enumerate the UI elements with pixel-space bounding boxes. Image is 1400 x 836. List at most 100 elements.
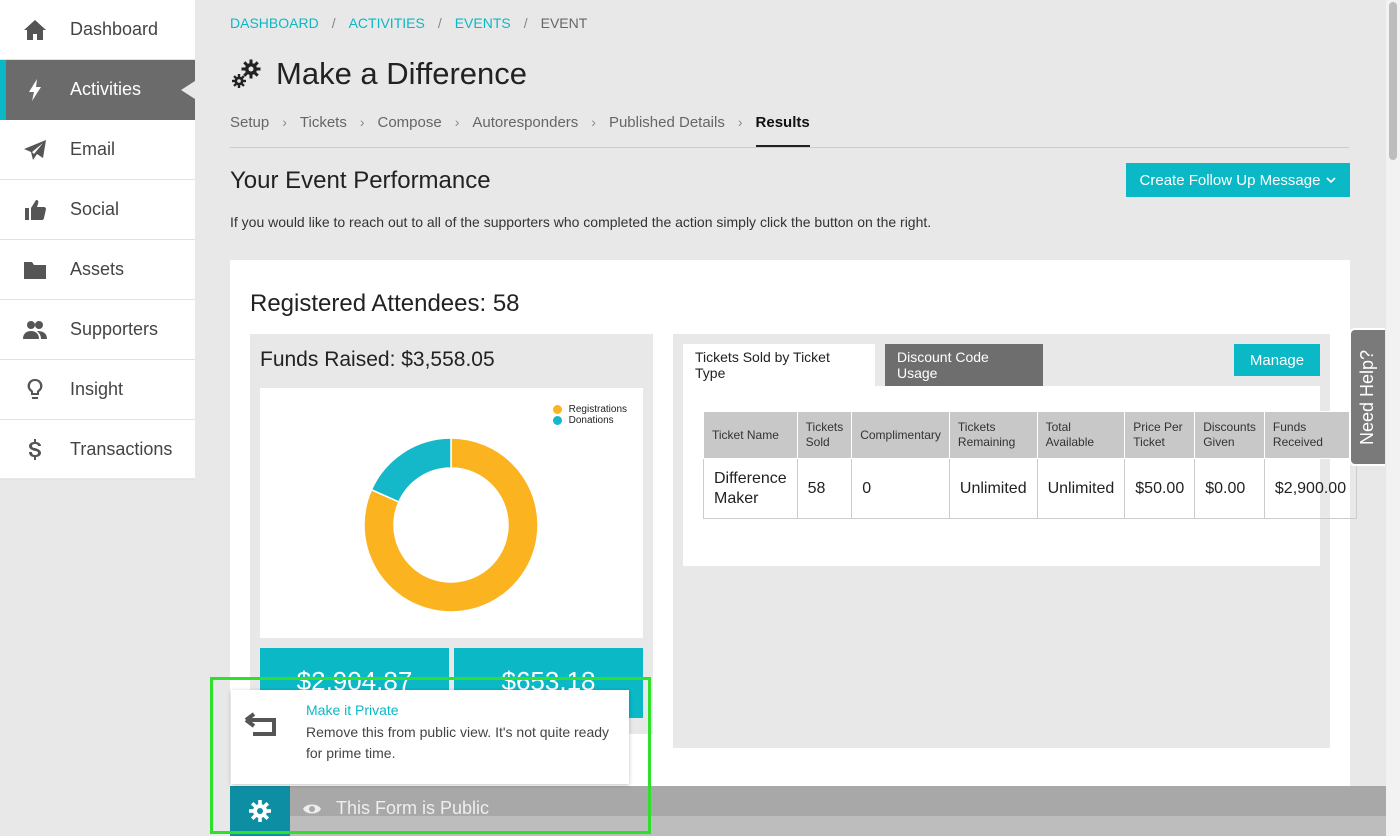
legend-item: Donations bbox=[552, 415, 627, 426]
undo-arrow-icon bbox=[244, 712, 276, 736]
table-row: Difference Maker 58 0 Unlimited Unlimite… bbox=[703, 458, 1358, 519]
breadcrumb-dashboard[interactable]: DASHBOARD bbox=[230, 15, 319, 31]
column-header: Funds Received bbox=[1263, 411, 1358, 459]
table-cell: $2,900.00 bbox=[1263, 458, 1358, 519]
make-private-description: Remove this from public view. It's not q… bbox=[306, 724, 610, 761]
paper-plane-icon bbox=[0, 138, 70, 162]
column-header: Tickets Remaining bbox=[948, 411, 1038, 459]
public-status-label: This Form is Public bbox=[336, 798, 490, 818]
users-icon bbox=[0, 318, 70, 342]
make-private-option[interactable]: Make it Private Remove this from public … bbox=[231, 690, 629, 784]
column-header: Tickets Sold bbox=[796, 411, 853, 459]
chevron-right-icon: › bbox=[591, 114, 596, 130]
column-header: Price Per Ticket bbox=[1124, 411, 1196, 459]
chevron-right-icon: › bbox=[454, 114, 460, 130]
chevron-right-icon: › bbox=[282, 114, 287, 130]
tickets-panel: Tickets Sold by Ticket Type Discount Cod… bbox=[673, 334, 1358, 748]
table-cell: 0 bbox=[851, 458, 950, 519]
step-tickets[interactable]: Tickets bbox=[300, 108, 347, 131]
chart-legend: Registrations Donations bbox=[552, 404, 627, 426]
create-follow-up-label: Create Follow Up Message bbox=[1139, 171, 1321, 189]
sidebar: Dashboard Activities Email Social Assets… bbox=[0, 0, 195, 480]
need-help-tab[interactable]: Need Help? bbox=[1349, 328, 1385, 466]
tickets-table: Ticket Name Tickets Sold Complimentary T… bbox=[703, 411, 1358, 519]
table-cell: Unlimited bbox=[948, 458, 1038, 519]
chevron-right-icon: › bbox=[359, 114, 365, 130]
sidebar-item-dashboard[interactable]: Dashboard bbox=[0, 0, 195, 60]
sidebar-item-label: Dashboard bbox=[70, 19, 159, 39]
manage-button[interactable]: Manage bbox=[1234, 344, 1320, 376]
chevron-right-icon: › bbox=[737, 114, 743, 130]
breadcrumb-activities[interactable]: ACTIVITIES bbox=[349, 15, 425, 31]
tab-discount-code-usage[interactable]: Discount Code Usage bbox=[885, 344, 1043, 386]
sidebar-item-label: Transactions bbox=[70, 439, 173, 459]
scrollbar-thumb[interactable] bbox=[1389, 2, 1397, 160]
sidebar-item-activities[interactable]: Activities bbox=[0, 60, 195, 120]
chevron-down-icon bbox=[1326, 177, 1337, 184]
page-title: Make a Difference bbox=[276, 56, 527, 91]
section-title: Your Event Performance bbox=[230, 167, 491, 194]
breadcrumb-separator: / bbox=[523, 15, 528, 31]
sidebar-item-assets[interactable]: Assets bbox=[0, 240, 195, 300]
gears-icon bbox=[232, 59, 261, 88]
tickets-tab-content: Ticket Name Tickets Sold Complimentary T… bbox=[683, 386, 1358, 566]
bolt-icon bbox=[0, 78, 70, 102]
breadcrumb: DASHBOARD / ACTIVITIES / EVENTS / EVENT bbox=[230, 15, 587, 31]
sidebar-item-social[interactable]: Social bbox=[0, 180, 195, 240]
breadcrumb-events[interactable]: EVENTS bbox=[455, 15, 511, 31]
make-private-title: Make it Private bbox=[306, 702, 399, 718]
funds-raised-title: Funds Raised: $3,558.05 bbox=[260, 348, 495, 371]
need-help-label: Need Help? bbox=[1357, 349, 1378, 445]
legend-label: Registrations bbox=[568, 404, 627, 415]
sidebar-item-label: Email bbox=[70, 139, 116, 159]
sidebar-item-label: Assets bbox=[70, 259, 125, 279]
funds-panel: Funds Raised: $3,558.05 Registrations Do… bbox=[250, 334, 653, 734]
table-cell: 58 bbox=[796, 458, 853, 519]
section-description: If you would like to reach out to all of… bbox=[230, 214, 932, 230]
step-autoresponders[interactable]: Autoresponders bbox=[472, 108, 578, 131]
sidebar-item-supporters[interactable]: Supporters bbox=[0, 300, 195, 360]
step-navigation: Setup › Tickets › Compose › Autoresponde… bbox=[230, 108, 1349, 148]
public-status[interactable]: This Form is Public bbox=[302, 798, 489, 819]
column-header: Total Available bbox=[1036, 411, 1126, 459]
legend-swatch-donations bbox=[552, 416, 562, 425]
step-compose[interactable]: Compose bbox=[378, 108, 442, 131]
table-cell: $0.00 bbox=[1194, 458, 1265, 519]
create-follow-up-button[interactable]: Create Follow Up Message bbox=[1126, 163, 1350, 197]
funds-chart: Registrations Donations bbox=[260, 388, 643, 638]
sidebar-item-transactions[interactable]: Transactions bbox=[0, 420, 195, 480]
step-setup[interactable]: Setup bbox=[230, 108, 269, 131]
settings-button[interactable] bbox=[230, 786, 290, 836]
table-header-row: Ticket Name Tickets Sold Complimentary T… bbox=[703, 411, 1358, 459]
eye-icon bbox=[303, 804, 321, 813]
step-published-details[interactable]: Published Details bbox=[609, 108, 725, 131]
table-cell: Difference Maker bbox=[703, 458, 798, 519]
lightbulb-icon bbox=[0, 378, 70, 402]
status-bar-shadow bbox=[290, 816, 1386, 836]
column-header: Complimentary bbox=[851, 411, 950, 459]
breadcrumb-separator: / bbox=[437, 15, 442, 31]
column-header: Discounts Given bbox=[1194, 411, 1265, 459]
sidebar-item-insight[interactable]: Insight bbox=[0, 360, 195, 420]
sidebar-item-label: Social bbox=[70, 199, 120, 219]
legend-label: Donations bbox=[568, 415, 614, 426]
thumbs-up-icon bbox=[0, 198, 70, 222]
folder-icon bbox=[0, 258, 70, 282]
step-results[interactable]: Results bbox=[755, 108, 810, 147]
page-header: Make a Difference bbox=[230, 56, 527, 92]
gear-icon bbox=[249, 800, 271, 822]
table-cell: $50.00 bbox=[1124, 458, 1196, 519]
column-header: Ticket Name bbox=[703, 411, 798, 459]
sidebar-item-email[interactable]: Email bbox=[0, 120, 195, 180]
legend-swatch-registrations bbox=[552, 405, 562, 414]
sidebar-item-label: Insight bbox=[70, 379, 124, 399]
legend-item: Registrations bbox=[552, 404, 627, 415]
home-icon bbox=[0, 18, 70, 42]
breadcrumb-event: EVENT bbox=[540, 15, 588, 31]
donut-slice-donations bbox=[370, 437, 452, 503]
breadcrumb-separator: / bbox=[331, 15, 336, 31]
sidebar-item-label: Supporters bbox=[70, 319, 159, 339]
page-scrollbar[interactable] bbox=[1386, 0, 1400, 836]
sidebar-item-label: Activities bbox=[70, 79, 142, 99]
tab-tickets-sold[interactable]: Tickets Sold by Ticket Type bbox=[683, 344, 875, 386]
